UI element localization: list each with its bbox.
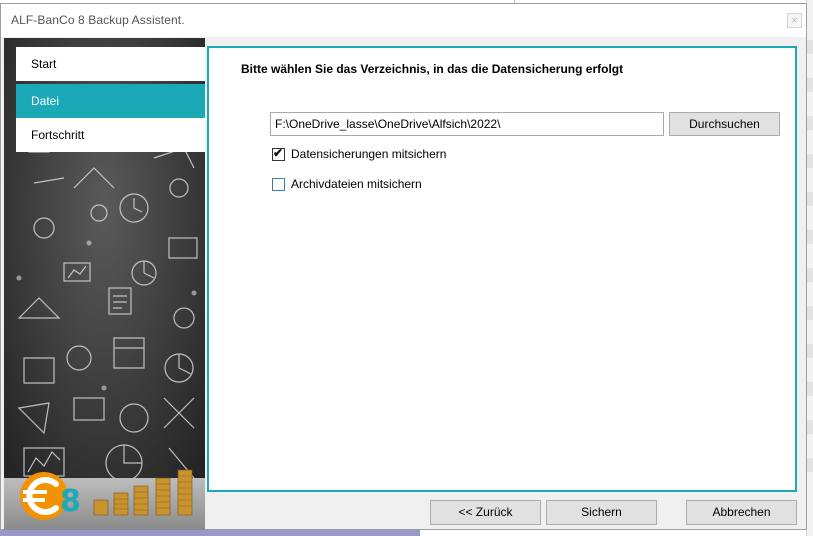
cancel-button[interactable]: Abbrechen [686,500,797,525]
content-panel: Bitte wählen Sie das Verzeichnis, in das… [207,46,797,492]
checkmark-icon: ✔ [273,145,284,160]
option-datensicherungen[interactable]: ✔ Datensicherungen mitsichern [272,146,446,162]
logo-digit: 8 [60,484,81,519]
browse-button[interactable]: Durchsuchen [669,112,780,136]
sidebar-item-datei[interactable]: Datei [16,84,205,118]
datensicherungen-checkbox[interactable]: ✔ [272,145,285,161]
page-heading: Bitte wählen Sie das Verzeichnis, in das… [241,62,624,76]
sidebar-item-start[interactable]: Start [16,47,205,81]
sidebar-item-fortschritt[interactable]: Fortschritt [16,118,205,152]
archivdateien-checkbox[interactable] [272,177,285,191]
sidebar-item-label: Fortschritt [31,128,85,142]
backup-assistant-dialog: ALF-BanCo 8 Backup Assistent. × Start Da… [0,3,807,530]
background-window-strip [806,0,813,536]
save-button[interactable]: Sichern [546,500,657,525]
euro-8-logo-icon: 8 [20,472,81,520]
archivdateien-label: Archivdateien mitsichern [291,177,422,191]
close-icon: × [791,15,798,27]
backup-directory-input[interactable] [270,112,664,136]
title-bar[interactable]: ALF-BanCo 8 Backup Assistent. × [1,4,806,37]
window-title: ALF-BanCo 8 Backup Assistent. [11,13,185,27]
datensicherungen-label: Datensicherungen mitsichern [291,147,447,161]
sidebar-item-label: Datei [31,94,60,108]
close-button[interactable]: × [787,13,802,28]
background-taskbar-strip [0,529,420,536]
option-archivdateien[interactable]: Archivdateien mitsichern [272,176,422,192]
back-button[interactable]: << Zurück [430,500,541,525]
sidebar-item-label: Start [31,57,57,71]
wizard-sidebar: Start Datei Fortschritt 8 [4,38,205,530]
